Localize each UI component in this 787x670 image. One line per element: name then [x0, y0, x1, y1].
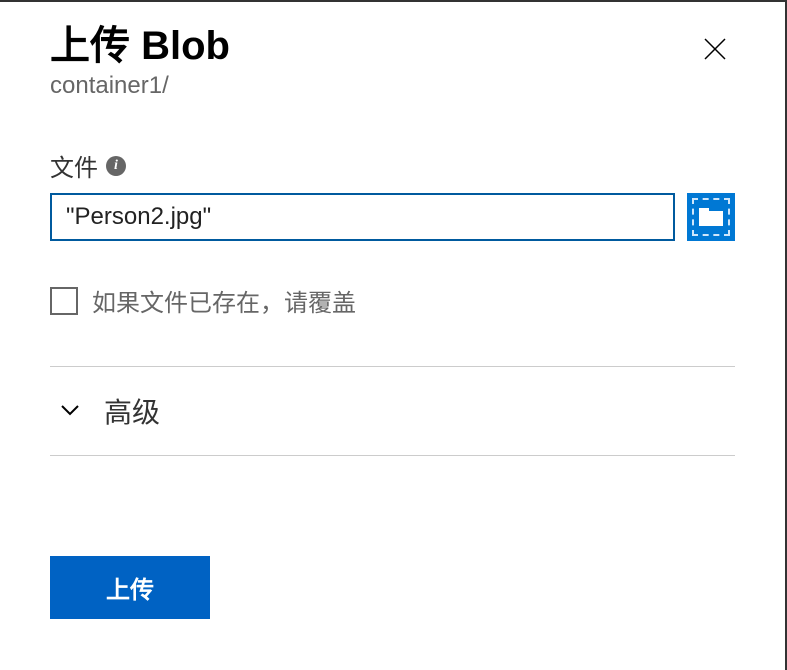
info-icon[interactable]: i: [106, 156, 126, 176]
overwrite-checkbox[interactable]: [50, 287, 78, 315]
panel-title: 上传 Blob: [50, 22, 230, 70]
divider: [50, 455, 735, 456]
breadcrumb: container1/: [50, 72, 230, 100]
browse-button[interactable]: [687, 193, 735, 241]
chevron-down-icon: [60, 400, 80, 423]
upload-button[interactable]: 上传: [50, 556, 210, 619]
advanced-label: 高级: [104, 391, 160, 431]
overwrite-label: 如果文件已存在，请覆盖: [92, 283, 356, 318]
advanced-toggle[interactable]: 高级: [50, 367, 735, 455]
file-input[interactable]: [50, 193, 675, 241]
folder-icon: [698, 207, 724, 227]
close-icon: [703, 37, 727, 61]
close-button[interactable]: [695, 26, 735, 74]
file-field-label: 文件: [50, 148, 98, 183]
